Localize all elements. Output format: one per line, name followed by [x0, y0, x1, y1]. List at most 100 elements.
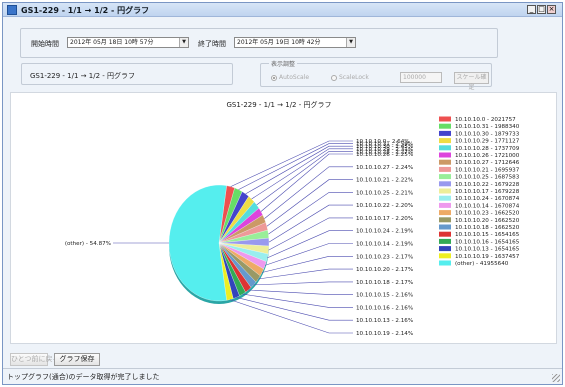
legend-entry: 10.10.10.19 - 1637457	[455, 254, 520, 260]
slice-label: 10.10.10.14 - 2.19%	[356, 242, 413, 248]
slice-label: 10.10.10.22 - 2.20%	[356, 203, 413, 209]
legend-entry: 10.10.10.26 - 1721000	[455, 153, 520, 159]
legend-entry: 10.10.10.20 - 1662520	[455, 218, 520, 224]
start-time-value: 2012年 05月 18日 10時 57分	[70, 39, 154, 46]
control-panel: 開始時間 2012年 05月 18日 10時 57分 ▼ 終了時間 2012年 …	[10, 22, 557, 91]
legend-swatch	[439, 116, 451, 122]
legend-entry: 10.10.10.15 - 1654165	[455, 232, 520, 238]
slice-callout-line	[242, 293, 353, 308]
legend-swatch	[439, 231, 451, 237]
time-range-panel: 開始時間 2012年 05月 18日 10時 57分 ▼ 終了時間 2012年 …	[20, 28, 498, 58]
chevron-down-icon[interactable]: ▼	[179, 38, 188, 47]
slice-callout-line	[268, 204, 353, 243]
legend-entry: 10.10.10.18 - 1662520	[455, 225, 520, 231]
slice-label: 10.10.10.24 - 2.19%	[356, 229, 413, 235]
back-button[interactable]: ひとつ前に戻る	[10, 353, 60, 366]
slice-callout-line	[229, 299, 353, 334]
legend-entry: (other) - 41955640	[455, 261, 509, 267]
legend-swatch	[439, 210, 451, 216]
legend-swatch	[439, 253, 451, 259]
chart-title: GS1-229 - 1/1 → 1/2 - 円グラフ	[226, 100, 331, 109]
pie-slice[interactable]	[168, 184, 227, 302]
slice-callout-line	[258, 268, 353, 280]
app-icon	[7, 5, 17, 15]
scalelock-label: ScaleLock	[339, 74, 369, 81]
legend-swatch	[439, 188, 451, 194]
legend-entry: 10.10.10.21 - 1695937	[455, 167, 520, 173]
radio-checked-icon	[271, 74, 277, 81]
legend-swatch	[439, 130, 451, 136]
legend-entry: 10.10.10.31 - 1988340	[455, 124, 520, 130]
minimize-button[interactable]: _	[527, 5, 536, 14]
status-bar: トップグラフ(通合)のデータ取得が完了しました	[3, 368, 562, 384]
slice-label: 10.10.10.20 - 2.17%	[356, 267, 413, 273]
chart-legend: 10.10.10.0 - 202175710.10.10.31 - 198834…	[439, 116, 520, 267]
legend-swatch	[439, 260, 451, 266]
legend-entry: 10.10.10.17 - 1679228	[455, 189, 520, 195]
legend-swatch	[439, 159, 451, 165]
title-bar[interactable]: GS1-229 - 1/1 → 1/2 - 円グラフ _ □ ×	[3, 3, 562, 17]
autoscale-radio[interactable]: AutoScale	[271, 74, 309, 81]
slice-callout-line	[251, 148, 353, 200]
display-adjust-title: 表示調整	[269, 59, 298, 68]
start-time-picker[interactable]: 2012年 05月 18日 10時 57分 ▼	[67, 37, 189, 48]
legend-swatch	[439, 238, 451, 244]
legend-swatch	[439, 138, 451, 144]
status-text: トップグラフ(通合)のデータ取得が完了しました	[7, 373, 160, 381]
end-time-value: 2012年 05月 19日 10時 42分	[237, 39, 321, 46]
autoscale-label: AutoScale	[279, 74, 310, 81]
legend-swatch	[439, 174, 451, 180]
legend-swatch	[439, 123, 451, 129]
legend-entry: 10.10.10.16 - 1654165	[455, 239, 520, 245]
scale-value-input[interactable]: 100000	[400, 72, 442, 83]
slice-label: 10.10.10.13 - 2.16%	[356, 318, 413, 324]
resize-grip-icon[interactable]	[552, 374, 560, 382]
slice-callout-line	[265, 243, 353, 266]
slice-callout-line	[268, 217, 353, 251]
scalelock-radio[interactable]: ScaleLock	[331, 74, 369, 81]
legend-swatch	[439, 145, 451, 151]
legend-swatch	[439, 217, 451, 223]
legend-entry: 10.10.10.22 - 1679228	[455, 182, 520, 188]
radio-unchecked-icon	[331, 74, 337, 81]
close-button[interactable]: ×	[547, 5, 556, 14]
scale-confirm-button[interactable]: スケール確定	[454, 72, 489, 91]
legend-entry: 10.10.10.24 - 1670874	[455, 196, 520, 202]
end-time-picker[interactable]: 2012年 05月 19日 10時 42分 ▼	[234, 37, 356, 48]
slice-label: 10.10.10.16 - 2.16%	[356, 305, 413, 311]
slice-label: 10.10.10.21 - 2.22%	[356, 178, 413, 184]
legend-swatch	[439, 181, 451, 187]
chevron-down-icon[interactable]: ▼	[346, 38, 355, 47]
path-label: GS1-229 - 1/1 → 1/2 - 円グラフ	[30, 72, 136, 80]
save-graph-button[interactable]: グラフ保存	[54, 353, 100, 366]
slice-callout-line	[248, 289, 353, 295]
slice-callout-line	[253, 281, 353, 286]
legend-swatch	[439, 246, 451, 252]
legend-swatch	[439, 224, 451, 230]
slice-callout-line	[266, 179, 353, 227]
slice-label: 10.10.10.17 - 2.20%	[356, 216, 413, 222]
slice-label: 10.10.10.18 - 2.17%	[356, 280, 413, 286]
slice-callout-line	[256, 151, 353, 206]
legend-swatch	[439, 202, 451, 208]
legend-entry: 10.10.10.23 - 1662520	[455, 211, 520, 217]
slice-label: (other) - 54.87%	[65, 241, 111, 247]
slice-label: 10.10.10.25 - 2.21%	[356, 190, 413, 196]
path-panel: GS1-229 - 1/1 → 1/2 - 円グラフ	[21, 63, 233, 85]
legend-entry: 10.10.10.0 - 2021757	[455, 117, 516, 123]
window-title: GS1-229 - 1/1 → 1/2 - 円グラフ	[21, 6, 150, 15]
legend-entry: 10.10.10.28 - 1737709	[455, 146, 520, 152]
legend-entry: 10.10.10.29 - 1771127	[455, 139, 520, 145]
legend-swatch	[439, 152, 451, 158]
pie-chart: GS1-229 - 1/1 → 1/2 - 円グラフ 10.10.10.0 - …	[65, 100, 520, 337]
legend-entry: 10.10.10.13 - 1654165	[455, 247, 520, 253]
maximize-button[interactable]: □	[537, 5, 546, 14]
slice-callout-line	[267, 230, 353, 259]
slice-label: 10.10.10.26 - 2.25%	[356, 152, 413, 158]
slice-callout-line	[261, 256, 353, 273]
legend-entry: 10.10.10.25 - 1687583	[455, 175, 520, 181]
slice-callout-line	[236, 297, 353, 321]
slice-callout-line	[245, 145, 353, 195]
slice-label: 10.10.10.23 - 2.17%	[356, 254, 413, 260]
legend-entry: 10.10.10.27 - 1712646	[455, 160, 520, 166]
